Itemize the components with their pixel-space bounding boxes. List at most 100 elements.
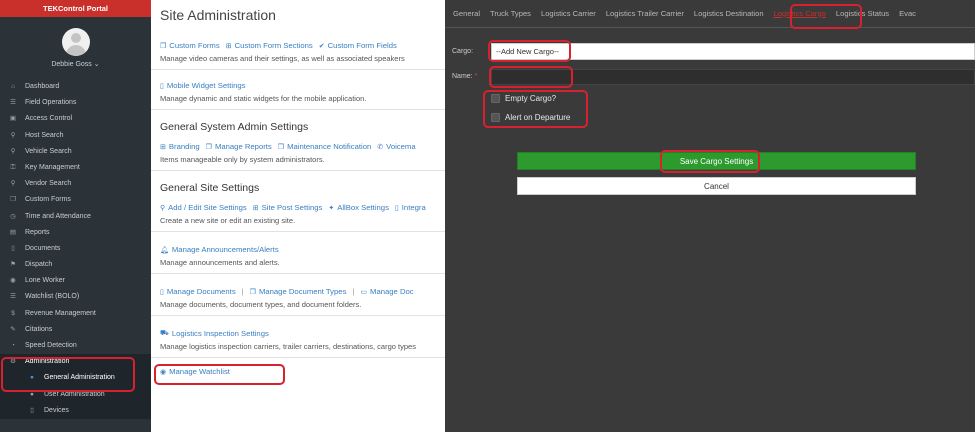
allbox-settings-link[interactable]: ✦ AllBox Settings [328,203,389,212]
list-icon: ☰ [10,99,16,107]
sidebar-item-watchlist[interactable]: ☰ Watchlist (BOLO) [0,289,151,305]
sidebar-item-host-search[interactable]: ⚲ Host Search [0,128,151,144]
sidebar-item-citations[interactable]: ✎ Citations [0,322,151,338]
sidebar-item-access-control[interactable]: ▣ Access Control [0,111,151,127]
sidebar-item-reports[interactable]: ▤ Reports [0,225,151,241]
section-description: Manage documents, document types, and do… [160,300,362,309]
sidebar-item-vendor-search[interactable]: ⚲ Vendor Search [0,176,151,192]
tab-logistics-trailer-carrier[interactable]: Logistics Trailer Carrier [601,0,689,28]
user-name: Debbie Goss [51,61,92,68]
eye-icon: ◉ [160,368,167,376]
list-icon: ☰ [10,293,16,301]
section-site-settings: General Site Settings ⚲ Add / Edit Site S… [151,171,445,232]
chevron-down-icon: ⌄ [93,61,100,68]
sidebar-item-user-administration[interactable]: ● User Administration [0,386,151,403]
sidebar-item-administration[interactable]: ⚙ Administration [0,354,151,371]
users-icon: ● [30,390,34,398]
file-icon: ▯ [11,244,15,252]
truck-icon: ⛟ [160,330,169,337]
mobile-icon: ▯ [160,82,164,90]
section-description: Create a new site or edit an existing si… [160,216,296,225]
user-profile[interactable]: Debbie Goss ⌄ [0,17,151,79]
sidebar-item-key-management[interactable]: ⚿ Key Management [0,160,151,176]
cargo-select[interactable]: --Add New Cargo-- [491,43,975,60]
section-description: Manage video cameras and their settings,… [160,54,405,63]
add-edit-site-settings-link[interactable]: ⚲ Add / Edit Site Settings [160,203,247,212]
avatar [61,28,90,56]
person-icon: ◉ [10,277,16,285]
maintenance-notification-link[interactable]: ❐ Maintenance Notification [278,142,371,151]
name-input[interactable] [491,69,975,85]
sidebar-item-vehicle-search[interactable]: ⚲ Vehicle Search [0,144,151,160]
custom-forms-link[interactable]: ❐ Custom Forms [160,41,220,50]
folder-icon: ▭ [360,288,368,296]
save-cargo-settings-button[interactable]: Save Cargo Settings [517,152,916,170]
manage-watchlist-link[interactable]: ◉ Manage Watchlist [160,367,230,376]
sidebar-item-speed-detection[interactable]: ◔ Speed Detection [0,338,151,354]
search-icon: ⚲ [10,131,16,139]
sidebar-item-devices[interactable]: ▯ Devices [0,402,151,419]
manage-announcements-link[interactable]: 🔔︎ Manage Announcements/Alerts [160,245,279,254]
sidebar-item-field-operations[interactable]: ☰ Field Operations [0,95,151,111]
check-circle-icon: ✔ [318,42,325,50]
tab-evacuation[interactable]: Evac [894,0,921,28]
clock-icon: ◷ [10,212,16,220]
manage-documents-link[interactable]: ▯ Manage Documents [160,287,236,296]
tab-logistics-carrier[interactable]: Logistics Carrier [536,0,601,28]
manage-document-folders-link[interactable]: ▭ Manage Doc [360,287,413,296]
section-description: Manage announcements and alerts. [160,258,280,267]
home-icon: ⌂ [11,83,15,90]
alert-on-departure-checkbox[interactable]: Alert on Departure [491,113,570,122]
checkbox-box[interactable] [491,94,500,103]
site-post-settings-link[interactable]: ⊞ Site Post Settings [253,203,323,212]
settings-tabs: General Truck Types Logistics Carrier Lo… [445,0,975,28]
branding-link[interactable]: ⊞ Branding [160,142,200,151]
copy-icon: ❐ [160,42,167,50]
file-icon: ▯ [394,204,399,212]
bell-icon: 🔔︎ [160,246,169,254]
tab-logistics-status[interactable]: Logistics Status [831,0,894,28]
sidebar-item-dashboard[interactable]: ⌂ Dashboard [0,79,151,95]
empty-cargo-checkbox[interactable]: Empty Cargo? [491,94,556,103]
logistics-inspection-settings-link[interactable]: ⛟ Logistics Inspection Settings [160,329,269,338]
tab-general[interactable]: General [448,0,485,28]
name-label: Name: * [452,73,478,80]
page-title: Site Administration [160,7,276,23]
lock-icon: ▣ [9,115,17,123]
portal-title: TEKControl Portal [0,0,151,17]
dollar-icon: $ [11,309,15,317]
main-content: Site Administration ❐ Custom Forms ⊞ Custo… [151,0,445,432]
sidebar-nav: ⌂ Dashboard ☰ Field Operations ▣ Access Con… [0,79,151,419]
manage-reports-link[interactable]: ❐ Manage Reports [206,142,272,151]
sidebar-item-time-attendance[interactable]: ◷ Time and Attendance [0,209,151,225]
voicemail-link[interactable]: ✆ Voicema [377,142,415,151]
sidebar-item-lone-worker[interactable]: ◉ Lone Worker [0,273,151,289]
sidebar-item-dispatch[interactable]: ⚑ Dispatch [0,257,151,273]
sitemap-icon: ⊞ [252,204,259,212]
required-marker: * [474,73,478,80]
integration-link[interactable]: ▯ Integra [395,203,426,212]
cancel-button[interactable]: Cancel [517,177,916,195]
sidebar-item-revenue-management[interactable]: $ Revenue Management [0,306,151,322]
custom-form-fields-link[interactable]: ✔ Custom Form Fields [319,41,397,50]
custom-form-sections-link[interactable]: ⊞ Custom Form Sections [226,41,313,50]
file-icon: ▯ [160,288,164,296]
sidebar-item-custom-forms[interactable]: ❐ Custom Forms [0,192,151,208]
checkbox-box[interactable] [491,113,500,122]
sidebar-item-documents[interactable]: ▯ Documents [0,241,151,257]
sidebar-item-general-administration[interactable]: ● General Administration [0,370,151,387]
copy-icon: ❐ [277,143,285,151]
tab-logistics-cargo[interactable]: Logistics Cargo [769,0,831,28]
manage-document-types-link[interactable]: ❐ Manage Document Types [250,287,347,296]
copy-icon: ❐ [10,196,16,204]
device-icon: ▯ [30,406,34,414]
section-description: Items manageable only by system administ… [160,155,325,164]
mobile-widget-settings-link[interactable]: ▯ Mobile Widget Settings [160,81,245,90]
section-documents: ▯ Manage Documents | ❐ Manage Document Typ… [151,274,445,316]
section-announcements: 🔔︎ Manage Announcements/Alerts Manage ann… [151,232,445,274]
sitemap-icon: ⊞ [225,42,232,50]
section-description: Manage dynamic and static widgets for th… [160,94,367,103]
tab-truck-types[interactable]: Truck Types [485,0,536,28]
cargo-settings-panel: General Truck Types Logistics Carrier Lo… [445,0,975,432]
tab-logistics-destination[interactable]: Logistics Destination [689,0,769,28]
